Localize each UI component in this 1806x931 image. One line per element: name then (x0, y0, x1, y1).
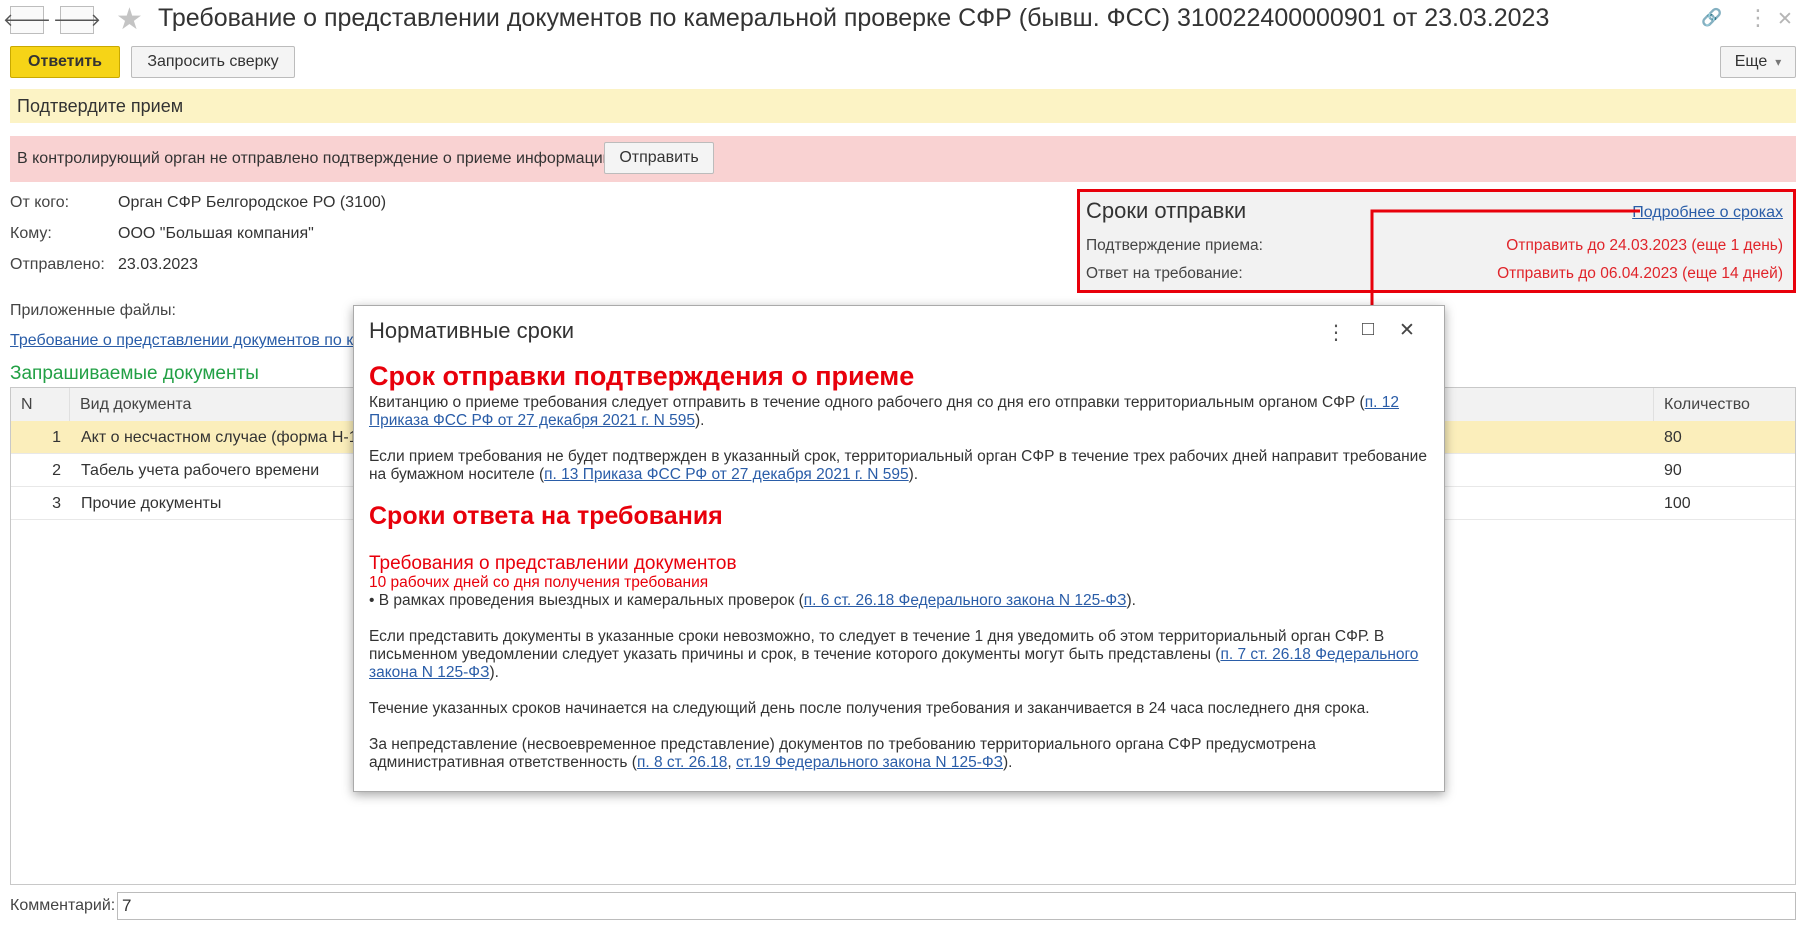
bullet-end: ). (1126, 592, 1136, 609)
paragraph-liability-end: ). (1003, 754, 1013, 771)
paragraph-confirm-text: Квитанцию о приеме требования следует от… (369, 394, 1365, 411)
comment-input[interactable]: 7 (117, 892, 1796, 920)
law-125-p6-link[interactable]: п. 6 ст. 26.18 Федерального закона N 125… (804, 592, 1127, 609)
row-number: 3 (52, 495, 61, 512)
maximize-icon[interactable]: □ (1362, 318, 1374, 341)
dialog-close-icon[interactable]: ✕ (1399, 319, 1415, 342)
paragraph-notify: Если представить документы в указанные с… (369, 628, 1429, 682)
row-document-type: Табель учета рабочего времени (81, 462, 320, 479)
requested-documents-title: Запрашиваемые документы (10, 363, 259, 384)
paragraph-term-start: Течение указанных сроков начинается на с… (369, 700, 1370, 717)
paragraph-paper: Если прием требования не будет подтвержд… (369, 448, 1429, 484)
row-number: 1 (52, 429, 61, 446)
dialog-menu-icon[interactable]: ⋮ (1326, 320, 1346, 345)
column-header-n[interactable]: N (11, 388, 70, 421)
paragraph-liability: За непредставление (несвоевременное пред… (369, 736, 1429, 772)
documents-term: 10 рабочих дней со дня получения требова… (369, 574, 709, 591)
row-number: 2 (52, 462, 61, 479)
order-595-p13-link[interactable]: п. 13 Приказа ФСС РФ от 27 декабря 2021 … (544, 466, 909, 483)
comment-label: Комментарий: (10, 897, 116, 914)
paragraph-notify-end: ). (489, 664, 499, 681)
paragraph-confirm-end: ). (694, 412, 705, 429)
heading-documents-requirements: Требования о представлении документов (369, 553, 737, 574)
heading-confirm-deadline: Срок отправки подтверждения о приеме (369, 361, 915, 391)
law-125-p8-link[interactable]: п. 8 ст. 26.18 (637, 754, 727, 771)
column-header-qty[interactable]: Количество (1654, 388, 1795, 421)
bullet-text: • В рамках проведения выездных и камерал… (369, 592, 804, 609)
normative-deadlines-dialog: Нормативные сроки ⋮ □ ✕ Срок отправки по… (353, 305, 1445, 792)
row-quantity: 90 (1664, 462, 1682, 479)
law-125-art19-link[interactable]: ст.19 Федерального закона N 125-ФЗ (736, 754, 1003, 771)
row-quantity: 80 (1664, 429, 1682, 446)
row-document-type: Прочие документы (81, 495, 222, 512)
paragraph-confirm: Квитанцию о приеме требования следует от… (369, 394, 1429, 430)
heading-response-deadlines: Сроки ответа на требования (369, 502, 723, 530)
paragraph-liability-sep: , (727, 754, 737, 771)
bullet-inspections: • В рамках проведения выездных и камерал… (369, 592, 1429, 610)
row-document-type: Акт о несчастном случае (форма Н-1) (81, 429, 363, 446)
paragraph-paper-end: ). (908, 466, 919, 483)
row-quantity: 100 (1664, 495, 1691, 512)
dialog-title: Нормативные сроки (369, 318, 574, 343)
